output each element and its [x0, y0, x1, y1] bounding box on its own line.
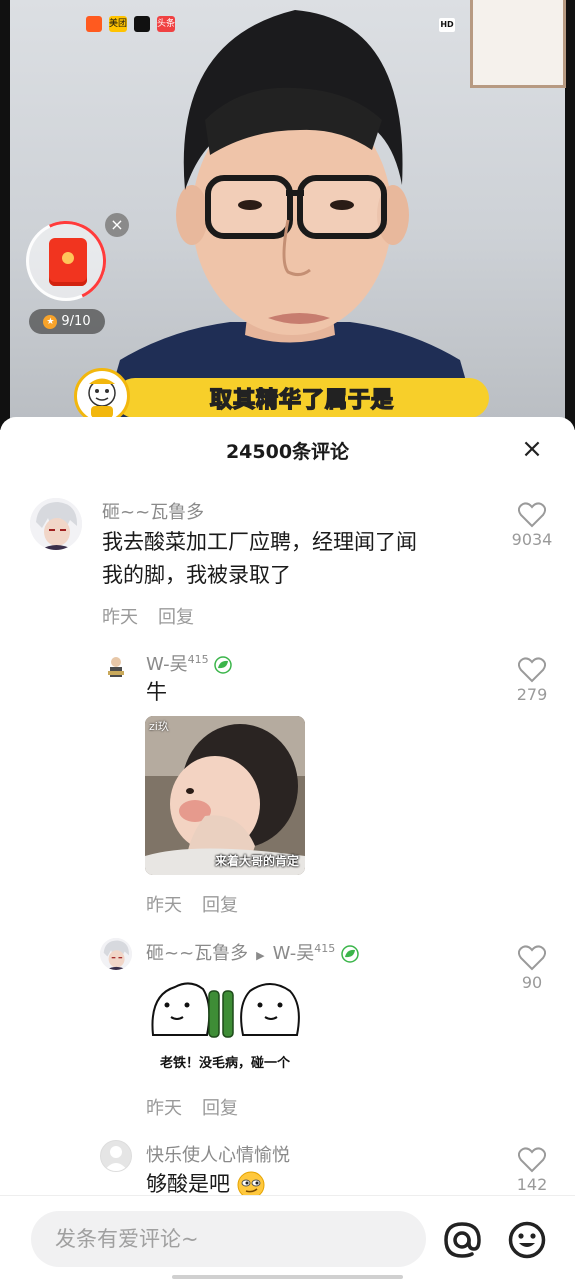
like-button[interactable]: 9034 [502, 502, 562, 549]
comment-text-content: 够酸是吧 [146, 1172, 230, 1196]
redpacket-icon [49, 238, 87, 286]
reply-to-username[interactable]: W-吴 [273, 943, 315, 964]
reply-button[interactable]: 回复 [202, 891, 238, 917]
comment-time: 昨天 [102, 607, 138, 628]
comment-text: 我去酸菜加工厂应聘，经理闻了闻 我的脚，我被录取了 [102, 526, 492, 592]
comment-username[interactable]: 砸~~瓦鲁多 [102, 498, 204, 524]
app-badges: 美团 头条 [86, 16, 175, 32]
figure-avatar-icon [102, 653, 130, 681]
like-count: 90 [521, 973, 543, 992]
kuaishou-icon [86, 16, 102, 32]
video-player[interactable]: 美团 头条 HD × ★ 9/10 取其精华了属于是 [0, 0, 575, 430]
video-border-right [565, 0, 575, 430]
comment-username[interactable]: 砸~~瓦鲁多 ▶ W-吴415 [146, 939, 359, 965]
comment-text-line: 我去酸菜加工厂应聘，经理闻了闻 [102, 530, 417, 554]
leaf-badge-icon [341, 945, 359, 963]
like-count: 279 [516, 685, 548, 704]
comment-meta: 昨天 回复 [146, 1094, 238, 1120]
video-person [110, 10, 470, 430]
comment-meta: 昨天 回复 [146, 891, 238, 917]
close-comments-button[interactable]: × [518, 435, 546, 463]
like-count: 9034 [511, 530, 553, 549]
like-button[interactable]: 279 [502, 657, 562, 704]
wall-picture-frame [470, 0, 566, 88]
sticker-caption: 老铁！没毛病，碰一个 [159, 1056, 290, 1071]
anime-avatar-icon [100, 938, 132, 970]
comment-input-bar [0, 1195, 575, 1281]
redpacket-progress-text: 9/10 [61, 314, 91, 329]
avatar[interactable] [30, 498, 82, 550]
video-border-left [0, 0, 10, 430]
like-button[interactable]: 142 [502, 1147, 562, 1195]
comment-username[interactable]: W-吴415 [146, 650, 233, 676]
comment-username-text: W-吴 [146, 654, 188, 675]
smirk-emoji-icon [237, 1171, 265, 1196]
user-level: 415 [187, 653, 209, 666]
like-count: 142 [516, 1175, 548, 1194]
emoji-icon[interactable] [508, 1221, 546, 1259]
home-indicator [172, 1275, 403, 1279]
comment-time: 昨天 [146, 1098, 182, 1119]
reply-button[interactable]: 回复 [202, 1094, 238, 1120]
subtitle-mascot-icon [74, 368, 130, 424]
like-button[interactable]: 90 [502, 945, 562, 992]
redpacket-progress: ★ 9/10 [29, 309, 105, 334]
sticker-image[interactable]: 老铁！没毛病，碰一个 [145, 975, 305, 1075]
comment-time: 昨天 [146, 895, 182, 916]
sticker-image[interactable]: zi玖 来着大哥的肯定 [145, 716, 305, 875]
reply-button[interactable]: 回复 [158, 603, 194, 629]
capcut-icon [134, 16, 150, 32]
toutiao-icon: 头条 [157, 16, 175, 32]
bears-cheers-icon [151, 982, 300, 1038]
avatar[interactable] [100, 1140, 132, 1172]
heart-icon [518, 502, 546, 528]
mention-at-icon[interactable] [443, 1221, 481, 1259]
avatar[interactable] [100, 938, 132, 970]
comment-username-text: 砸~~瓦鲁多 [146, 943, 249, 964]
anime-avatar-icon [30, 498, 82, 550]
avatar[interactable] [102, 653, 130, 681]
comment-meta: 昨天 回复 [102, 603, 194, 629]
comment-text-line: 我的脚，我被录取了 [102, 563, 291, 587]
redpacket-widget[interactable] [26, 221, 106, 301]
comment-input[interactable] [31, 1211, 426, 1267]
default-avatar-icon [104, 1146, 128, 1171]
heart-icon [518, 1147, 546, 1173]
heart-icon [518, 945, 546, 971]
user-level: 415 [314, 942, 336, 955]
redpacket-close-button[interactable]: × [105, 213, 129, 237]
sticker-caption: 来着大哥的肯定 [214, 854, 299, 868]
heart-icon [518, 657, 546, 683]
video-subtitle: 取其精华了属于是 [115, 378, 489, 418]
reply-arrow-icon: ▶ [256, 949, 265, 962]
comment-username[interactable]: 快乐使人心情愉悦 [146, 1141, 290, 1167]
leaf-badge-icon [214, 656, 233, 674]
sticker-tag: zi玖 [149, 720, 169, 733]
hd-icon: HD [439, 18, 455, 32]
coin-icon: ★ [43, 314, 58, 329]
comment-text: 牛 [146, 680, 167, 704]
comment-text: 够酸是吧 [146, 1168, 265, 1196]
comment-count-title: 24500条评论 [225, 441, 350, 463]
meituan-icon: 美团 [109, 16, 127, 32]
